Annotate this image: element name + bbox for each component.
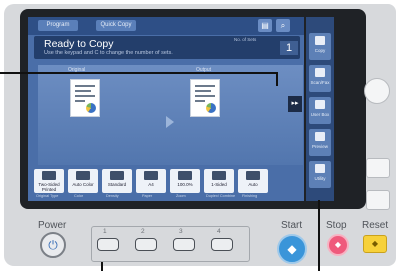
- sets-label: No. of Sets: [234, 37, 257, 42]
- function-duplex[interactable]: 1-Sided: [204, 169, 234, 193]
- job-list-icon[interactable]: ▤: [258, 19, 272, 32]
- arrow-right-icon: [166, 116, 174, 128]
- menu-key-icon[interactable]: [366, 158, 390, 178]
- callout-line-bottom: [101, 262, 103, 271]
- sidebar-item-preview[interactable]: Preview: [309, 129, 331, 156]
- register-key-3[interactable]: [173, 238, 195, 251]
- register-key-2-label: 2: [141, 228, 145, 235]
- preview-icon: [315, 132, 325, 141]
- output-document-thumbnail: [190, 79, 220, 117]
- callout-line-left-drop: [276, 72, 278, 86]
- register-key-2[interactable]: [135, 238, 157, 251]
- function-finishing[interactable]: Auto: [238, 169, 268, 193]
- status-hint: Use the keypad and C to change the numbe…: [44, 50, 173, 56]
- function-color[interactable]: Auto Color: [68, 169, 98, 193]
- reset-label: Reset: [362, 220, 389, 231]
- function-paper[interactable]: A4: [136, 169, 166, 193]
- tab-program[interactable]: Program: [38, 20, 78, 31]
- function-density[interactable]: Standard: [102, 169, 132, 193]
- caption-duplex: Duplex/ Combine: [206, 194, 236, 198]
- touch-screen: Program Quick Copy ▤ ⌕ Ready to Copy Use…: [28, 17, 304, 201]
- caption-density: Density: [106, 194, 119, 198]
- function-row: Two-Sided Printed Auto Color Standard A4…: [34, 169, 300, 199]
- fast-forward-icon[interactable]: ▸▸: [288, 96, 302, 112]
- sidebar: Copy Scan/Fax User Box Preview Utility: [306, 17, 334, 201]
- caption-finishing: Finishing: [242, 194, 258, 198]
- register-key-3-label: 3: [179, 228, 183, 235]
- power-label: Power: [38, 220, 67, 231]
- callout-line-left: [0, 72, 276, 74]
- right-hardware-column: [352, 20, 392, 210]
- start-button[interactable]: ◆: [277, 234, 307, 264]
- sidebar-item-scan-fax[interactable]: Scan/Fax: [309, 65, 331, 92]
- register-key-4-label: 4: [217, 228, 221, 235]
- home-key-icon[interactable]: [366, 190, 390, 210]
- original-document-thumbnail: [70, 79, 100, 117]
- sidebar-item-user-box[interactable]: User Box: [309, 97, 331, 124]
- search-icon[interactable]: ⌕: [276, 19, 290, 32]
- caption-paper: Paper: [142, 194, 153, 198]
- function-original-type[interactable]: Two-Sided Printed: [34, 169, 64, 193]
- callout-line-right: [318, 200, 320, 271]
- copy-count[interactable]: 1: [280, 41, 298, 55]
- caption-color: Color: [74, 194, 84, 198]
- register-key-4[interactable]: [211, 238, 233, 251]
- status-bar: Ready to Copy Use the keypad and C to ch…: [34, 36, 300, 59]
- reset-button[interactable]: ◆: [363, 235, 387, 253]
- start-label: Start: [281, 220, 303, 231]
- copy-icon: [315, 36, 325, 45]
- top-bar: Program Quick Copy ▤ ⌕: [28, 17, 304, 35]
- stop-button[interactable]: ◆: [327, 234, 349, 256]
- register-key-1-label: 1: [103, 228, 107, 235]
- status-title: Ready to Copy: [44, 38, 114, 50]
- scan-fax-icon: [315, 68, 325, 77]
- stop-label: Stop: [326, 220, 347, 231]
- user-box-icon: [315, 100, 325, 109]
- function-zoom[interactable]: 100.0%: [170, 169, 200, 193]
- register-key-1[interactable]: [97, 238, 119, 251]
- sidebar-item-utility[interactable]: Utility: [309, 161, 331, 188]
- tab-quick-copy[interactable]: Quick Copy: [96, 20, 136, 31]
- caption-original-type: Original Type: [36, 194, 59, 198]
- caption-zoom: Zoom: [176, 194, 186, 198]
- power-button[interactable]: ⏻: [40, 232, 66, 258]
- accessibility-icon[interactable]: [364, 78, 390, 104]
- utility-icon: [315, 164, 325, 173]
- sidebar-item-copy[interactable]: Copy: [309, 33, 331, 60]
